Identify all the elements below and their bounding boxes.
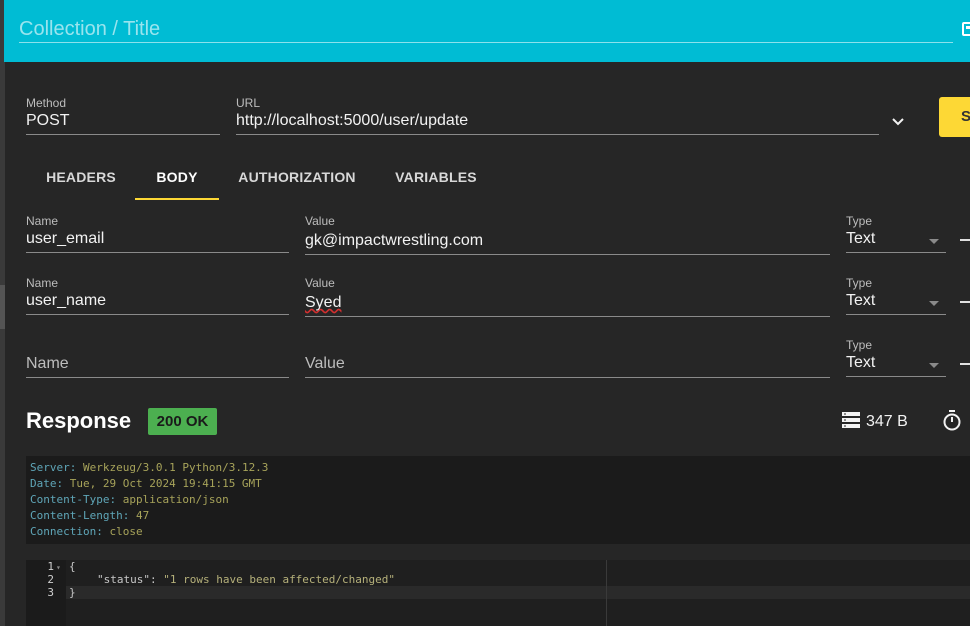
json-value: "1 rows have been affected/changed" [163, 573, 396, 586]
body-row-type-field[interactable]: Type Text [846, 276, 946, 315]
brace-close: } [69, 586, 76, 599]
code-line: "status": "1 rows have been affected/cha… [97, 573, 395, 586]
response-headers-panel: Server: Werkzeug/3.0.1 Python/3.12.3 Dat… [26, 456, 970, 544]
tab-body[interactable]: BODY [135, 160, 219, 200]
window-edge [0, 0, 5, 626]
active-line-highlight [26, 586, 970, 599]
response-header-row: Content-Length: 47 [30, 509, 150, 522]
chevron-down-icon[interactable] [891, 115, 905, 129]
line-number-gutter: 1 ▾ 2 3 [26, 560, 66, 626]
method-label: Method [26, 96, 67, 110]
header-value: close [109, 525, 143, 538]
value-placeholder[interactable]: Value [305, 354, 830, 378]
remove-row-icon[interactable] [960, 239, 970, 241]
header-bar: Collection / Title [4, 0, 970, 62]
code-line: } [69, 586, 76, 599]
body-row-value-field[interactable]: Value Syed [305, 276, 830, 317]
response-header-row: Connection: close [30, 525, 143, 538]
remove-row-icon[interactable] [960, 301, 970, 303]
line-number: 1 [47, 560, 54, 573]
new-row-type-field[interactable]: Type Text [846, 338, 946, 377]
fold-arrow-icon[interactable]: ▾ [56, 563, 61, 572]
header-value: 47 [135, 509, 150, 522]
response-size: 347 B [842, 412, 908, 432]
method-field[interactable]: Method POST [26, 96, 220, 135]
code-line: { [69, 560, 76, 573]
header-key: Connection [30, 525, 97, 538]
url-input[interactable]: http://localhost:5000/user/update [236, 111, 879, 135]
header-value: application/json [122, 493, 229, 506]
remove-row-icon[interactable] [960, 363, 970, 365]
send-button[interactable]: S [939, 97, 970, 137]
json-key: "status" [97, 573, 150, 586]
url-label: URL [236, 96, 261, 110]
response-header-row: Date: Tue, 29 Oct 2024 19:41:15 GMT [30, 477, 262, 490]
json-separator: : [149, 573, 164, 586]
storage-icon [842, 412, 860, 428]
line-number: 3 [47, 586, 54, 599]
name-label: Name [26, 214, 59, 228]
response-body-editor[interactable]: 1 ▾ 2 3 { "status": "1 rows have been af… [26, 560, 970, 626]
collection-title-input[interactable]: Collection / Title [19, 16, 953, 43]
type-label: Type [846, 214, 873, 228]
window-edge-mark [0, 285, 5, 329]
timer-icon [943, 410, 961, 431]
header-key: Content-Length [30, 509, 123, 522]
new-row-name-field[interactable]: Name [26, 353, 289, 378]
header-key: Date [30, 477, 57, 490]
print-margin [606, 560, 607, 626]
value-input[interactable]: gk@impactwrestling.com [305, 229, 830, 255]
save-icon[interactable] [962, 22, 970, 36]
dropdown-arrow-icon[interactable] [929, 363, 939, 368]
body-row-name-field[interactable]: Name user_email [26, 214, 289, 253]
tab-headers[interactable]: HEADERS [26, 160, 136, 200]
name-input[interactable]: user_email [26, 229, 289, 253]
header-key: Content-Type [30, 493, 110, 506]
url-field[interactable]: URL http://localhost:5000/user/update [236, 96, 879, 135]
method-value[interactable]: POST [26, 111, 220, 135]
value-label: Value [305, 276, 335, 290]
line-number: 2 [47, 573, 54, 586]
header-key: Server [30, 461, 70, 474]
name-placeholder[interactable]: Name [26, 354, 289, 378]
response-header-row: Server: Werkzeug/3.0.1 Python/3.12.3 [30, 461, 269, 474]
body-row-value-field[interactable]: Value gk@impactwrestling.com [305, 214, 830, 255]
value-label: Value [305, 214, 335, 228]
response-header-row: Content-Type: application/json [30, 493, 229, 506]
dropdown-arrow-icon[interactable] [929, 301, 939, 306]
value-input[interactable]: Syed [305, 291, 830, 317]
response-title: Response [26, 408, 132, 433]
header-value: Tue, 29 Oct 2024 19:41:15 GMT [69, 477, 262, 490]
type-label: Type [846, 338, 873, 352]
new-row-value-field[interactable]: Value [305, 353, 830, 378]
header-value: Werkzeug/3.0.1 Python/3.12.3 [83, 461, 269, 474]
status-badge: 200 OK [148, 408, 217, 435]
dropdown-arrow-icon[interactable] [929, 239, 939, 244]
body-row-type-field[interactable]: Type Text [846, 214, 946, 253]
name-label: Name [26, 276, 59, 290]
name-input[interactable]: user_name [26, 291, 289, 315]
tab-variables[interactable]: VARIABLES [386, 160, 486, 200]
response-size-value: 347 B [866, 413, 908, 430]
tab-authorization[interactable]: AUTHORIZATION [229, 160, 365, 200]
body-row-name-field[interactable]: Name user_name [26, 276, 289, 315]
brace-open: { [69, 560, 76, 573]
type-label: Type [846, 276, 873, 290]
